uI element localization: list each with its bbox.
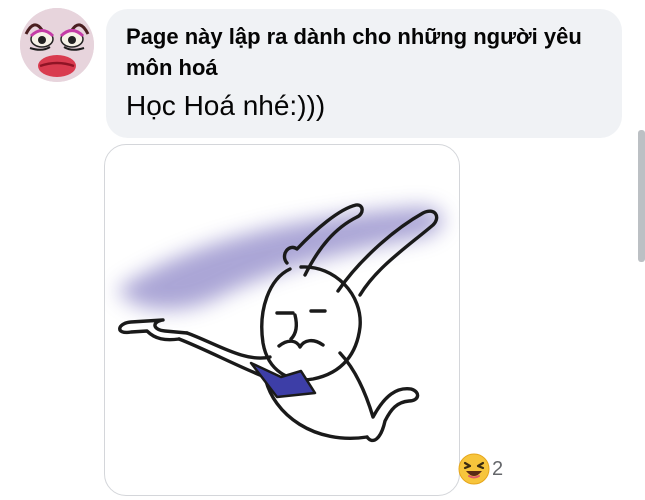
comment-bubble: Page này lập ra dành cho những người yêu… [106,9,622,138]
comment-text: Học Hoá nhé:))) [126,90,326,121]
haha-laughing-emoji-icon [458,453,490,485]
comment-sticker[interactable] [104,144,460,496]
rabbit-pointing-sticker-icon [117,203,443,443]
comment-author[interactable]: Page này lập ra dành cho những người yêu… [126,21,606,83]
makeup-face-avatar-icon [20,8,94,82]
reaction-summary[interactable]: 2 [458,452,510,486]
scrollbar-thumb[interactable] [638,130,645,262]
reaction-count: 2 [492,457,504,480]
commenter-avatar[interactable] [20,8,94,82]
